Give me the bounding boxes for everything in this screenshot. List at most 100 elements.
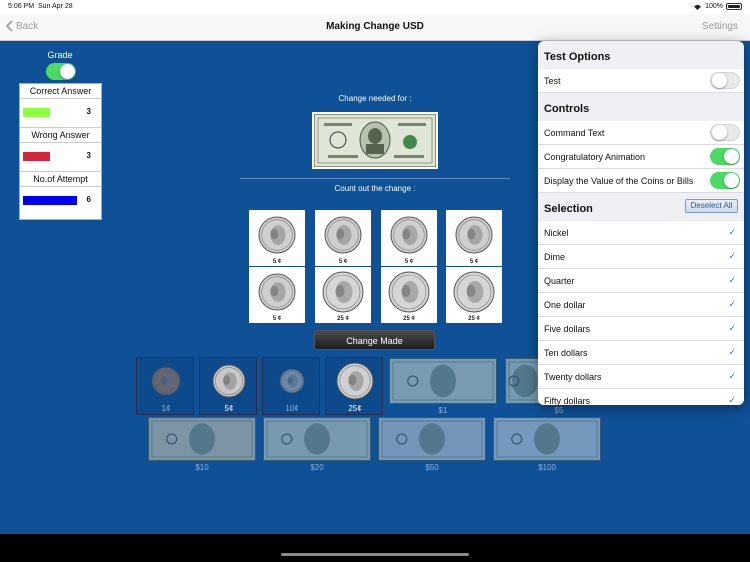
- tray-coin-quarter[interactable]: 25¢: [325, 357, 383, 415]
- grade-label: Grade: [47, 50, 73, 60]
- checkmark-icon: ✓: [728, 395, 736, 405]
- slot-value-label: 25 ¢: [468, 316, 480, 322]
- battery-percent: 100%: [705, 3, 723, 10]
- tray-bill-label: $100: [538, 463, 556, 472]
- slot-value-label: 25 ¢: [337, 316, 349, 322]
- wrong-answer-label: Wrong Answer: [20, 128, 101, 143]
- wrong-answer-value: 3: [86, 151, 91, 160]
- change-needed-label: Change needed for :: [338, 94, 412, 103]
- grade-toggle[interactable]: [46, 63, 76, 80]
- selection-title: Selection: [544, 203, 593, 215]
- wifi-icon: [694, 4, 702, 10]
- slot-value-label: 5 ¢: [469, 259, 479, 265]
- selection-item-label: Nickel: [544, 228, 569, 238]
- control-toggle[interactable]: [710, 148, 740, 165]
- tray-bill[interactable]: [263, 417, 371, 461]
- control-label: Command Text: [544, 128, 605, 138]
- control-row: Command Text: [538, 121, 744, 145]
- change-made-button[interactable]: Change Made: [314, 330, 435, 350]
- slot-value-label: 5 ¢: [272, 316, 282, 322]
- selection-item[interactable]: Fifty dollars ✓: [538, 389, 744, 405]
- answer-slot[interactable]: 25 ¢: [315, 267, 371, 323]
- bottom-bar: [0, 534, 750, 562]
- tray-coin-label: 25¢: [348, 404, 362, 413]
- deselect-all-button[interactable]: Deselect All: [685, 199, 738, 213]
- correct-answer-label: Correct Answer: [20, 84, 101, 99]
- checkmark-icon: ✓: [728, 251, 736, 261]
- answer-slot[interactable]: 5 ¢: [315, 210, 371, 266]
- tray-bill-label: $50: [425, 463, 439, 472]
- correct-answer-bar: [23, 108, 50, 117]
- tray-coin-nickel[interactable]: 5¢: [199, 357, 257, 415]
- control-label: Congratulatory Animation: [544, 152, 646, 162]
- answer-slot[interactable]: 5 ¢: [249, 267, 305, 323]
- penny-coin-icon: [151, 366, 181, 396]
- home-indicator[interactable]: [281, 553, 469, 556]
- nickel-coin-icon: [258, 216, 296, 254]
- one-dollar-bill-icon: [313, 113, 437, 168]
- tray-bill[interactable]: [378, 417, 486, 461]
- settings-button[interactable]: Settings: [702, 21, 738, 32]
- tray-coin-dime[interactable]: 10¢: [262, 357, 320, 415]
- control-toggle[interactable]: [710, 124, 740, 141]
- nickel-coin-icon: [455, 216, 493, 254]
- dollar-bill-icon: [148, 417, 256, 461]
- selection-item[interactable]: Twenty dollars ✓: [538, 365, 744, 389]
- selection-item[interactable]: One dollar ✓: [538, 293, 744, 317]
- correct-answer-value: 3: [86, 107, 91, 116]
- target-bill-image: [312, 112, 438, 169]
- status-time: 5:06 PM: [8, 3, 35, 10]
- answer-slot[interactable]: 5 ¢: [446, 210, 502, 266]
- selection-list: Nickel ✓ Dime ✓ Quarter ✓ One dollar ✓ Five doll…: [538, 221, 744, 405]
- test-label: Test: [544, 76, 561, 86]
- tray-bill-label: $10: [195, 463, 209, 472]
- answer-slot[interactable]: 5 ¢: [249, 210, 305, 266]
- selection-item[interactable]: Five dollars ✓: [538, 317, 744, 341]
- control-toggle[interactable]: [710, 172, 740, 189]
- dollar-bill-icon: [378, 417, 486, 461]
- settings-popover: Test Options Test Controls Command Text C…: [538, 41, 744, 405]
- checkmark-icon: ✓: [728, 275, 736, 285]
- wrong-answer-row: 3: [20, 143, 101, 172]
- selection-item-label: Fifty dollars: [544, 396, 591, 405]
- tray-bill[interactable]: [148, 417, 256, 461]
- test-toggle[interactable]: [710, 72, 740, 89]
- dollar-bill-icon: [263, 417, 371, 461]
- nickel-coin-icon: [258, 273, 296, 311]
- selection-item[interactable]: Quarter ✓: [538, 269, 744, 293]
- correct-answer-row: 3: [20, 99, 101, 128]
- page-title: Making Change USD: [326, 21, 424, 32]
- answer-slot[interactable]: 25 ¢: [446, 267, 502, 323]
- selection-item-label: Quarter: [544, 276, 575, 286]
- controls-header: Controls: [544, 103, 590, 115]
- tray-coin-label: 10¢: [285, 404, 299, 413]
- answer-slot[interactable]: 25 ¢: [381, 267, 437, 323]
- tray-bill[interactable]: [493, 417, 601, 461]
- nickel-coin-icon: [324, 216, 362, 254]
- tray-coin-label: 1¢: [161, 404, 171, 413]
- checkmark-icon: ✓: [728, 371, 736, 381]
- selection-item[interactable]: Nickel ✓: [538, 221, 744, 245]
- quarter-coin-icon: [388, 271, 430, 313]
- quarter-coin-icon: [453, 271, 495, 313]
- tray-bill[interactable]: [389, 358, 497, 404]
- selection-item-label: Five dollars: [544, 324, 591, 334]
- answer-slot[interactable]: 5 ¢: [381, 210, 437, 266]
- status-time-date: 5:06 PM Sun Apr 28: [8, 3, 73, 10]
- battery-icon: [726, 3, 742, 10]
- control-row: Display the Value of the Coins or Bills: [538, 169, 744, 193]
- controls-list: Command Text Congratulatory Animation Disp…: [538, 121, 744, 193]
- checkmark-icon: ✓: [728, 323, 736, 333]
- checkmark-icon: ✓: [728, 227, 736, 237]
- status-right: 100%: [693, 3, 742, 10]
- selection-item[interactable]: Dime ✓: [538, 245, 744, 269]
- selection-item[interactable]: Ten dollars ✓: [538, 341, 744, 365]
- status-date: Sun Apr 28: [37, 3, 73, 10]
- tray-coin-label: 5¢: [224, 404, 234, 413]
- tray-coin-penny[interactable]: 1¢: [136, 357, 194, 415]
- slot-value-label: 5 ¢: [404, 259, 414, 265]
- attempt-value: 6: [86, 195, 91, 204]
- wrong-answer-bar: [23, 152, 50, 161]
- tray-bill-label: $5: [554, 406, 564, 415]
- score-panel: Correct Answer 3 Wrong Answer 3 No.of At…: [19, 83, 102, 220]
